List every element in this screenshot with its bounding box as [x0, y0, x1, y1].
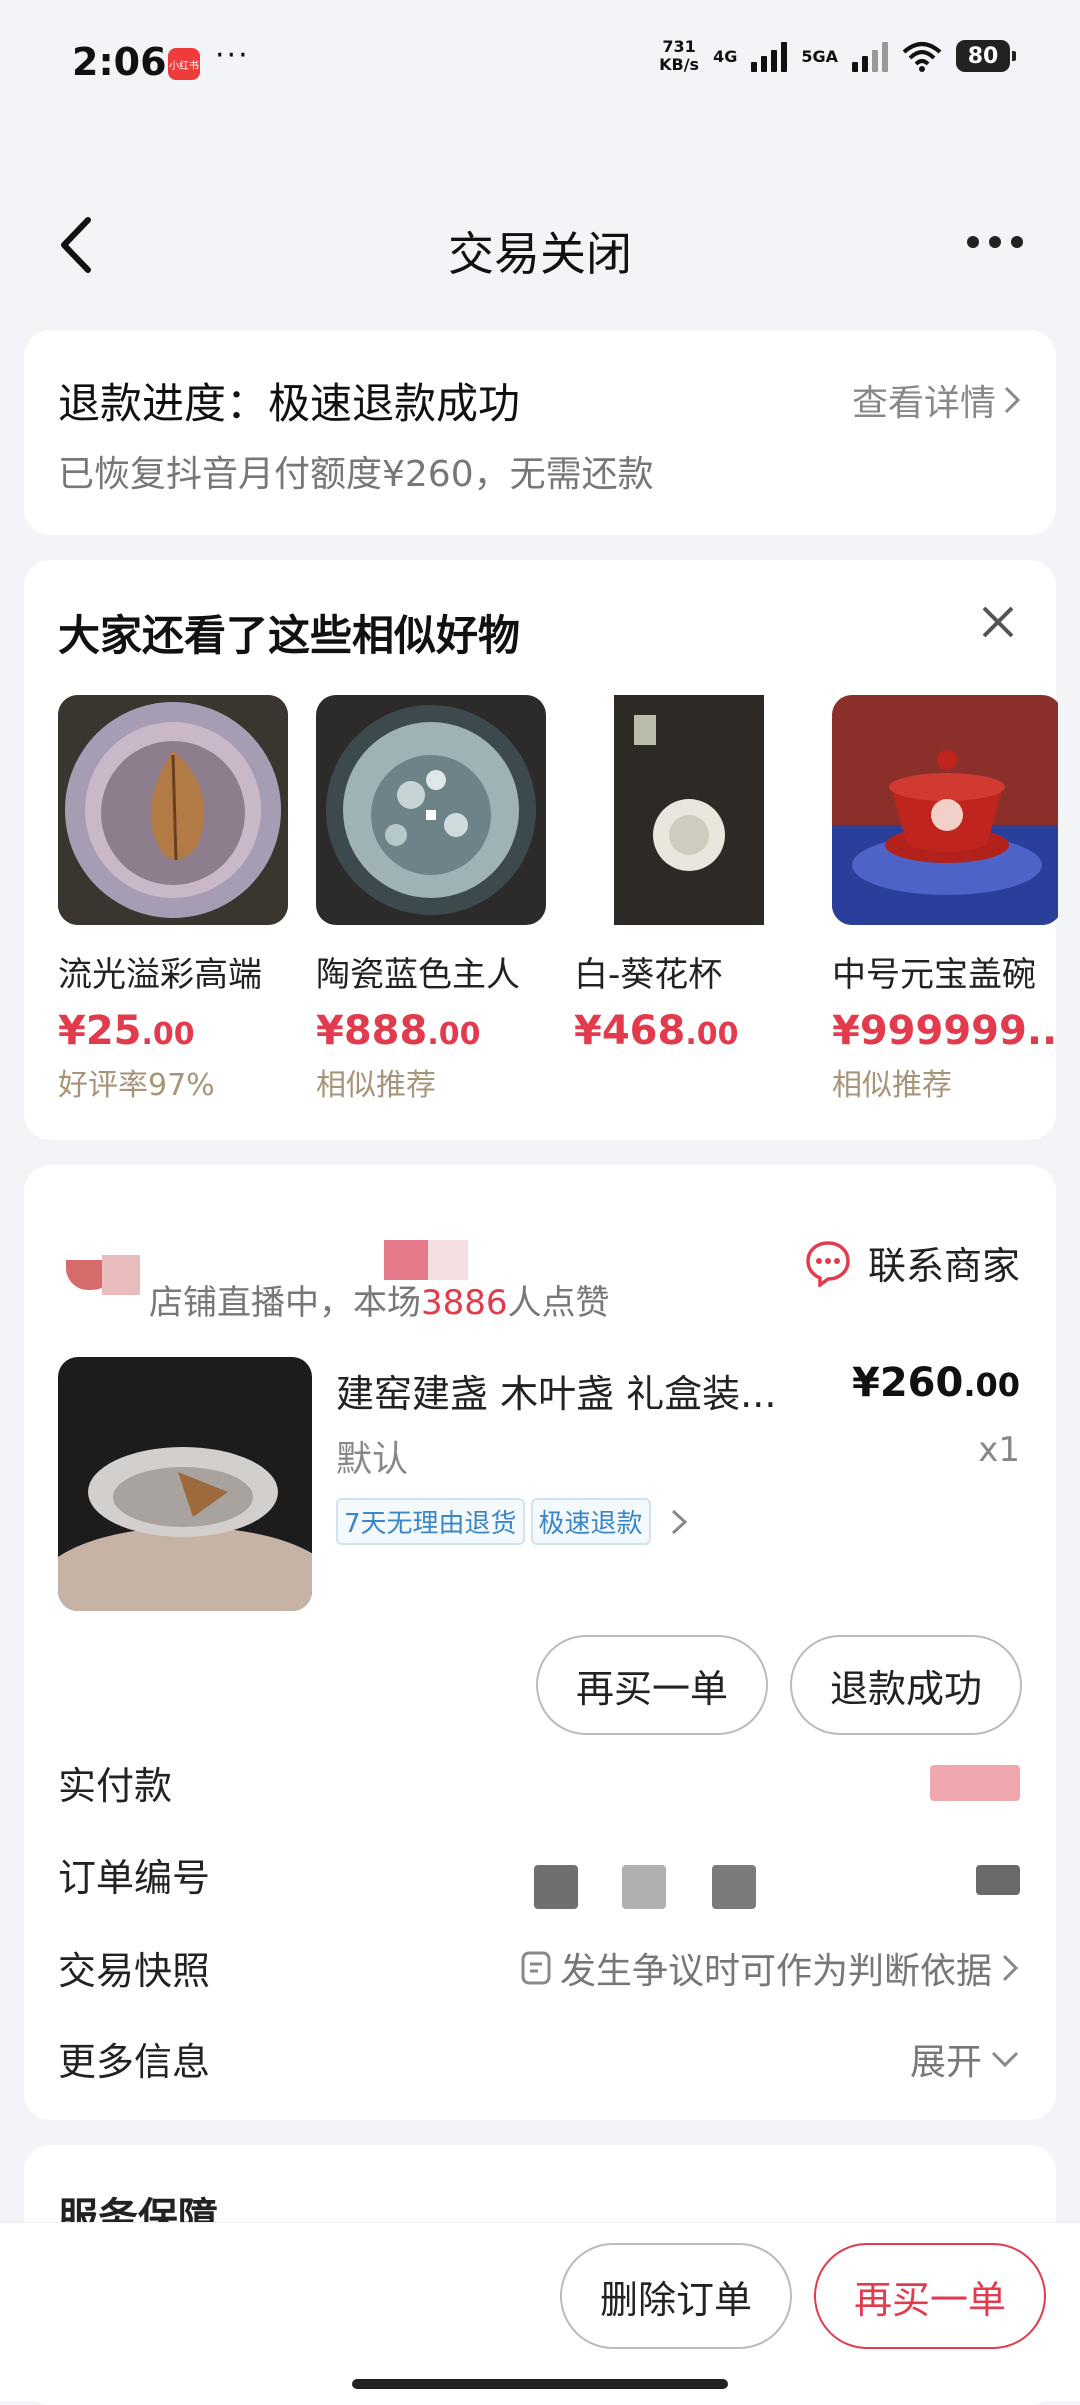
product-image [832, 695, 1058, 925]
buy-again-button[interactable]: 再买一单 [536, 1635, 768, 1735]
more-info-label: 更多信息 [58, 2040, 211, 2084]
product-card[interactable]: 流光溢彩高端 ¥25.00 好评率97% [58, 695, 298, 1104]
network-type-5ga: 5GA [801, 46, 838, 66]
page-title: 交易关闭 [448, 227, 632, 281]
snapshot-link[interactable]: 发生争议时可作为判断依据 [520, 1942, 1020, 1994]
product-image [58, 695, 288, 925]
refund-subtitle: 已恢复抖音月付额度¥260，无需还款 [58, 454, 654, 495]
home-indicator[interactable] [352, 2379, 728, 2389]
delete-order-button[interactable]: 删除订单 [560, 2243, 792, 2349]
product-name: 流光溢彩高端 [58, 955, 262, 995]
chevron-down-icon [991, 2051, 1019, 2068]
service-tags[interactable]: 7天无理由退货 极速退款 [336, 1498, 691, 1545]
product-meta: 相似推荐 [832, 1068, 952, 1103]
order-item-title[interactable]: 建窑建盏 木叶盏 礼盒装... [336, 1363, 796, 1418]
recommendations-title: 大家还看了这些相似好物 [58, 611, 521, 660]
order-number-redacted-2 [622, 1865, 666, 1909]
shop-live-status: 店铺直播中，本场3886人点赞 [149, 1283, 610, 1323]
network-type-4g: 4G [713, 46, 738, 66]
order-item-spec: 默认 [336, 1439, 409, 1480]
chevron-right-icon [1004, 386, 1021, 414]
status-time: 2:06 [72, 40, 167, 84]
product-price: ¥999999.... [832, 1008, 1058, 1054]
system-indicators: 731 KB/s 4G 5GA 80 [659, 37, 1016, 74]
order-item-price: ¥260.00 [851, 1360, 1020, 1406]
paid-amount-redacted [930, 1765, 1020, 1801]
order-item-quantity: x1 [978, 1430, 1020, 1470]
tag-7day-return: 7天无理由退货 [336, 1498, 525, 1545]
product-image [574, 695, 804, 925]
order-number-label: 订单编号 [58, 1856, 211, 1900]
product-meta: 相似推荐 [316, 1068, 436, 1103]
bottom-action-bar: 删除订单 再买一单 [0, 2222, 1080, 2401]
document-icon [521, 1951, 551, 1985]
status-bar: 2:06 小红书 ··· 731 KB/s 4G 5GA 80 [0, 0, 1080, 130]
refund-success-button[interactable]: 退款成功 [790, 1635, 1022, 1735]
signal-icon [751, 40, 788, 72]
product-card[interactable]: 中号元宝盖碗 ¥999999.... 相似推荐 [832, 695, 1058, 1104]
product-price: ¥25.00 [58, 1008, 195, 1054]
product-card[interactable]: 陶瓷蓝色主人 ¥888.00 相似推荐 [316, 695, 556, 1104]
refund-status-title: 退款进度：极速退款成功 [58, 379, 521, 428]
product-name: 中号元宝盖碗 [832, 955, 1036, 995]
product-image [316, 695, 546, 925]
chevron-right-icon [1002, 1954, 1019, 1982]
product-card[interactable]: 白-葵花杯 ¥468.00 [574, 695, 814, 1060]
signal-icon-2 [852, 40, 888, 72]
close-icon[interactable] [976, 600, 1020, 644]
product-name: 陶瓷蓝色主人 [316, 955, 520, 995]
more-dots-icon[interactable] [965, 232, 1025, 252]
chevron-right-icon [671, 1509, 687, 1534]
order-item-image[interactable] [58, 1357, 312, 1611]
bottom-buy-again-button[interactable]: 再买一单 [814, 2243, 1046, 2349]
product-price: ¥468.00 [574, 1008, 739, 1054]
product-carousel: 流光溢彩高端 ¥25.00 好评率97% 陶瓷蓝色主人 ¥888.00 相似推荐 [58, 695, 1058, 1115]
wifi-icon [902, 42, 942, 72]
snapshot-label: 交易快照 [58, 1949, 211, 1993]
nav-bar: 交易关闭 [0, 190, 1080, 300]
contact-merchant-button[interactable]: 联系商家 [804, 1235, 1020, 1290]
tag-fast-refund: 极速退款 [530, 1498, 651, 1545]
expand-button[interactable]: 展开 [910, 2033, 1020, 2085]
paid-amount-label: 实付款 [58, 1764, 173, 1808]
product-price: ¥888.00 [316, 1008, 481, 1054]
app-notification-badge: 小红书 [168, 48, 200, 80]
view-details-link[interactable]: 查看详情 [852, 374, 1022, 426]
status-more-dots: ··· [215, 38, 250, 73]
order-number-redacted-3 [712, 1865, 756, 1909]
product-meta: 好评率97% [58, 1068, 215, 1103]
network-speed: 731 KB/s [659, 37, 700, 74]
order-copy-redacted[interactable] [976, 1865, 1020, 1895]
product-name: 白-葵花杯 [574, 955, 723, 995]
order-card: 店铺直播中，本场3886人点赞 联系商家 建窑建盏 木叶盏 礼盒装... ¥26… [24, 1165, 1056, 2120]
shop-avatar-redacted[interactable] [54, 1205, 468, 1295]
chat-bubble-icon [806, 1240, 850, 1287]
recommendations-card: 大家还看了这些相似好物 流光溢彩高端 ¥25.00 好评率97% 陶瓷蓝色主人 … [24, 560, 1058, 1140]
order-number-redacted [534, 1865, 578, 1909]
battery-icon: 80 [956, 40, 1016, 72]
refund-progress-card: 退款进度：极速退款成功 查看详情 已恢复抖音月付额度¥260，无需还款 [24, 330, 1056, 535]
